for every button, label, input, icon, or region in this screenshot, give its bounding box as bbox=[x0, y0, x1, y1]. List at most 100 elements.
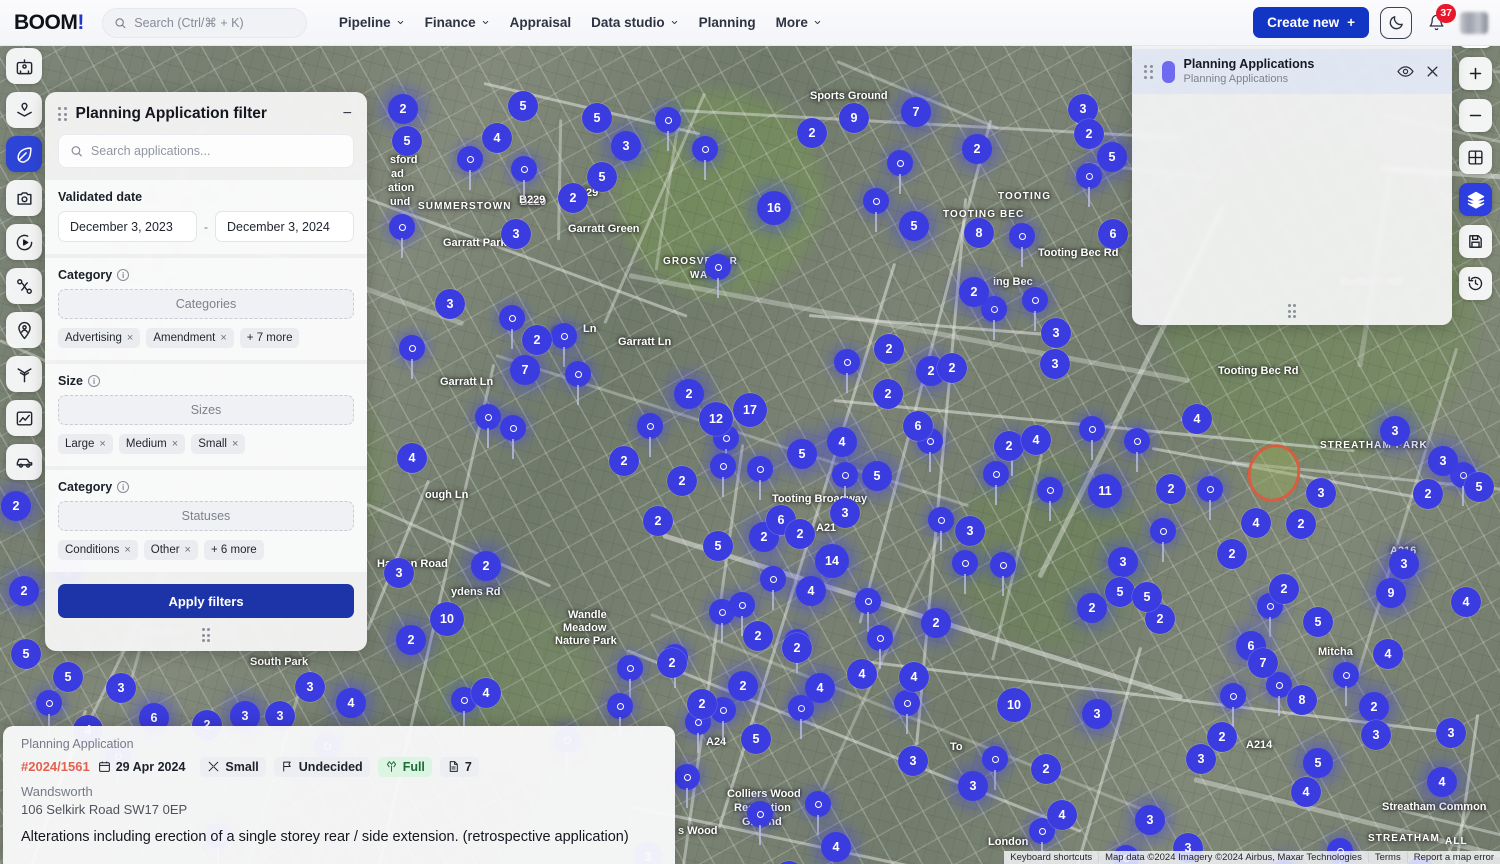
map-cluster-marker[interactable]: 4 bbox=[482, 123, 512, 153]
map-cluster-marker[interactable]: 6 bbox=[1098, 219, 1128, 249]
statuses-select[interactable]: Statuses bbox=[58, 501, 354, 531]
map-pin-marker[interactable] bbox=[1022, 287, 1048, 331]
theme-toggle-button[interactable] bbox=[1380, 6, 1412, 39]
tool-leaf[interactable] bbox=[6, 136, 42, 172]
map-pin-marker[interactable] bbox=[887, 150, 913, 194]
report-map-error-link[interactable]: Report a map error bbox=[1406, 852, 1500, 863]
map-cluster-marker[interactable]: 5 bbox=[1097, 142, 1127, 172]
map-pin-marker[interactable] bbox=[990, 552, 1016, 596]
map-cluster-marker[interactable]: 3 bbox=[106, 673, 136, 703]
map-cluster-marker[interactable]: 7 bbox=[1248, 648, 1278, 678]
map-pin-marker[interactable] bbox=[1037, 477, 1063, 521]
map-cluster-marker[interactable]: 2 bbox=[962, 134, 992, 164]
chip[interactable]: Large × bbox=[58, 434, 113, 454]
map-cluster-marker[interactable]: 5 bbox=[11, 639, 41, 669]
map-cluster-marker[interactable]: 2 bbox=[743, 621, 773, 651]
map-pin-marker[interactable] bbox=[457, 146, 483, 190]
map-cluster-marker[interactable]: 2 bbox=[1031, 754, 1061, 784]
map-cluster-marker[interactable]: 4 bbox=[805, 673, 835, 703]
map-cluster-marker[interactable]: 5 bbox=[392, 126, 422, 156]
info-icon[interactable]: i bbox=[88, 375, 101, 387]
layer-item-planning-applications[interactable]: Planning Applications Planning Applicati… bbox=[1132, 49, 1452, 95]
nav-item-more[interactable]: More bbox=[776, 15, 822, 30]
map-cluster-marker[interactable]: 4 bbox=[1291, 777, 1321, 807]
map-pin-marker[interactable] bbox=[389, 214, 415, 258]
map-cluster-marker[interactable]: 2 bbox=[1359, 692, 1389, 722]
map-cluster-marker[interactable]: 3 bbox=[1041, 318, 1071, 348]
map-cluster-marker[interactable]: 2 bbox=[1077, 593, 1107, 623]
map-cluster-marker[interactable]: 2 bbox=[937, 353, 967, 383]
map-pin-marker[interactable] bbox=[928, 507, 954, 551]
map-pin-marker[interactable] bbox=[475, 404, 501, 448]
map-cluster-marker[interactable]: 3 bbox=[1135, 805, 1165, 835]
map-cluster-marker[interactable]: 2 bbox=[522, 325, 552, 355]
map-cluster-marker[interactable]: 3 bbox=[435, 289, 465, 319]
map-cluster-marker[interactable]: 5 bbox=[862, 461, 892, 491]
map-pin-marker[interactable] bbox=[674, 764, 700, 808]
map-pin-marker[interactable] bbox=[655, 107, 681, 151]
map-cluster-marker[interactable]: 3 bbox=[1040, 349, 1070, 379]
layers-button[interactable] bbox=[1459, 183, 1492, 216]
map-cluster-marker[interactable]: 4 bbox=[397, 443, 427, 473]
categories-select[interactable]: Categories bbox=[58, 289, 354, 319]
zoom-in-button[interactable] bbox=[1459, 57, 1492, 90]
avatar[interactable] bbox=[1460, 11, 1488, 34]
map-cluster-marker[interactable]: 2 bbox=[609, 446, 639, 476]
tool-photo-search[interactable] bbox=[6, 180, 42, 216]
map-pin-marker[interactable] bbox=[1076, 163, 1102, 207]
tool-chart[interactable] bbox=[6, 400, 42, 436]
map-pin-marker[interactable] bbox=[1124, 428, 1150, 472]
map-cluster-marker[interactable]: 6 bbox=[903, 411, 933, 441]
map-cluster-marker[interactable]: 3 bbox=[1436, 718, 1466, 748]
map-pin-marker[interactable] bbox=[832, 462, 858, 506]
map-cluster-marker[interactable]: 2 bbox=[728, 671, 758, 701]
map-cluster-marker[interactable]: 2 bbox=[959, 277, 989, 307]
minimize-icon[interactable]: − bbox=[341, 106, 354, 122]
chip-remove-icon[interactable]: × bbox=[172, 438, 178, 450]
map-pin-marker[interactable] bbox=[747, 456, 773, 500]
chip-more[interactable]: + 6 more bbox=[203, 540, 264, 560]
map-pin-marker[interactable] bbox=[863, 188, 889, 232]
map-cluster-marker[interactable]: 7 bbox=[510, 355, 540, 385]
map-cluster-marker[interactable]: 5 bbox=[703, 531, 733, 561]
map-cluster-marker[interactable]: 3 bbox=[384, 558, 414, 588]
chip-remove-icon[interactable]: × bbox=[124, 544, 130, 556]
map-cluster-marker[interactable]: 2 bbox=[643, 506, 673, 536]
map-cluster-marker[interactable]: 5 bbox=[787, 439, 817, 469]
map-cluster-marker[interactable]: 3 bbox=[611, 131, 641, 161]
map-cluster-marker[interactable]: 2 bbox=[1074, 119, 1104, 149]
keyboard-shortcuts-link[interactable]: Keyboard shortcuts bbox=[1004, 852, 1098, 863]
map-pin-marker[interactable] bbox=[747, 801, 773, 845]
map-cluster-marker[interactable]: 2 bbox=[873, 379, 903, 409]
map-cluster-marker[interactable]: 3 bbox=[830, 498, 860, 528]
map-cluster-marker[interactable]: 2 bbox=[667, 466, 697, 496]
map-cluster-marker[interactable]: 2 bbox=[874, 334, 904, 364]
map-cluster-marker[interactable]: 4 bbox=[471, 678, 501, 708]
map-pin-marker[interactable] bbox=[1333, 662, 1359, 706]
map-pin-marker[interactable] bbox=[1150, 518, 1176, 562]
map-cluster-marker[interactable]: 3 bbox=[1428, 446, 1458, 476]
map-cluster-marker[interactable]: 5 bbox=[741, 724, 771, 754]
map-cluster-marker[interactable]: 2 bbox=[1, 491, 31, 521]
global-search[interactable] bbox=[101, 7, 307, 38]
map-pin-marker[interactable] bbox=[834, 349, 860, 393]
map-cluster-marker[interactable]: 5 bbox=[587, 162, 617, 192]
map-cluster-marker[interactable]: 3 bbox=[1108, 547, 1138, 577]
map-pin-marker[interactable] bbox=[729, 592, 755, 636]
chip[interactable]: Conditions × bbox=[58, 540, 138, 560]
basemap-button[interactable] bbox=[1459, 141, 1492, 174]
map-cluster-marker[interactable]: 9 bbox=[839, 103, 869, 133]
map-cluster-marker[interactable]: 2 bbox=[396, 625, 426, 655]
apply-filters-button[interactable]: Apply filters bbox=[58, 584, 354, 618]
map-cluster-marker[interactable]: 2 bbox=[1413, 479, 1443, 509]
map-cluster-marker[interactable]: 2 bbox=[687, 689, 717, 719]
sizes-select[interactable]: Sizes bbox=[58, 395, 354, 425]
map-cluster-marker[interactable]: 2 bbox=[1286, 509, 1316, 539]
map-cluster-marker[interactable]: 2 bbox=[797, 118, 827, 148]
map-pin-marker[interactable] bbox=[499, 305, 525, 349]
chip-remove-icon[interactable]: × bbox=[99, 438, 105, 450]
map-cluster-marker[interactable]: 3 bbox=[295, 672, 325, 702]
map-cluster-marker[interactable]: 3 bbox=[1380, 416, 1410, 446]
map-cluster-marker[interactable]: 3 bbox=[1082, 699, 1112, 729]
map-cluster-marker[interactable]: 5 bbox=[899, 211, 929, 241]
